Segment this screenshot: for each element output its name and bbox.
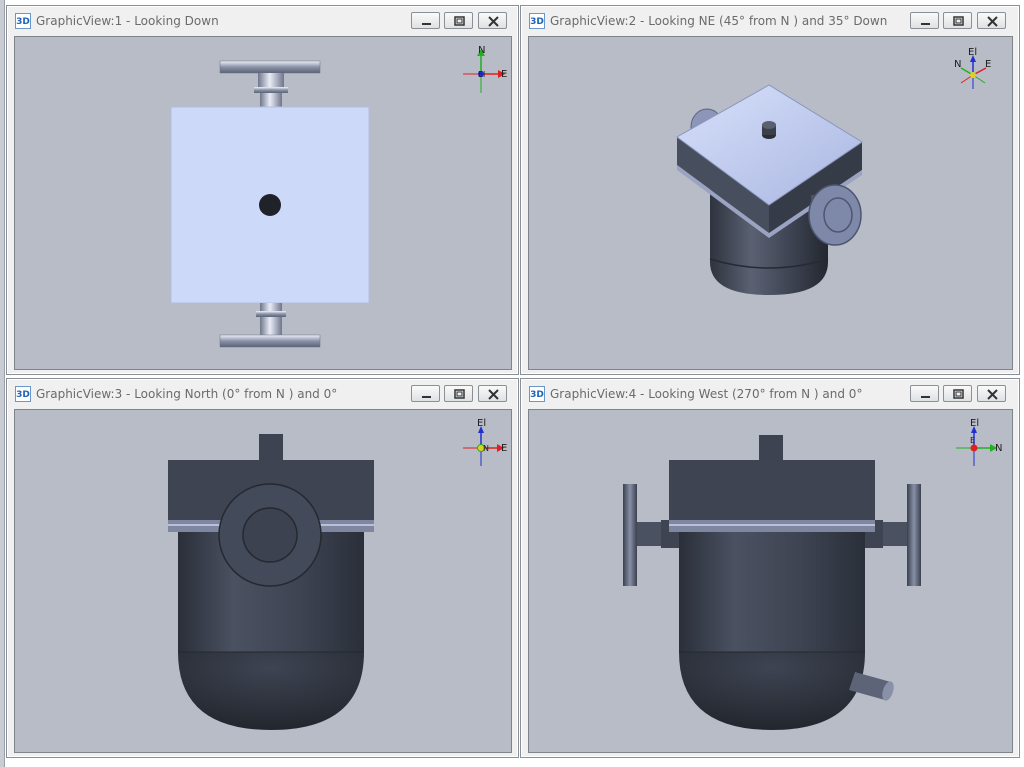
graphic-view-3-title: GraphicView:3 - Looking North (0° from N… <box>36 387 338 401</box>
close-icon <box>987 16 998 27</box>
close-button[interactable] <box>478 385 507 402</box>
close-button[interactable] <box>977 385 1006 402</box>
3d-app-icon: 3D <box>15 13 31 29</box>
graphic-view-1-titlebar[interactable]: 3D GraphicView:1 - Looking Down <box>7 6 518 36</box>
graphic-view-1-title: GraphicView:1 - Looking Down <box>36 14 219 28</box>
graphic-view-4-titlebar[interactable]: 3D GraphicView:4 - Looking West (270° fr… <box>521 379 1019 409</box>
close-icon <box>488 16 499 27</box>
3d-app-icon: 3D <box>529 13 545 29</box>
plan-view-model[interactable] <box>15 37 512 370</box>
minimize-button[interactable] <box>910 12 939 29</box>
graphic-view-4-viewport[interactable]: El N E <box>528 409 1013 753</box>
graphic-view-2-titlebar[interactable]: 3D GraphicView:2 - Looking NE (45° from … <box>521 6 1019 36</box>
restore-icon <box>953 16 964 26</box>
minimize-icon <box>921 396 930 398</box>
minimize-button[interactable] <box>411 385 440 402</box>
graphic-view-2-window[interactable]: 3D GraphicView:2 - Looking NE (45° from … <box>520 5 1020 375</box>
restore-icon <box>953 389 964 399</box>
minimize-icon <box>422 23 431 25</box>
north-elevation-model[interactable] <box>15 410 512 753</box>
graphic-view-1-window[interactable]: 3D GraphicView:1 - Looking Down N E El <box>6 5 519 375</box>
west-elevation-model[interactable] <box>529 410 1013 753</box>
restore-button[interactable] <box>444 385 473 402</box>
graphic-view-3-viewport[interactable]: El E N <box>14 409 512 753</box>
graphic-view-4-window[interactable]: 3D GraphicView:4 - Looking West (270° fr… <box>520 378 1020 758</box>
restore-icon <box>454 16 465 26</box>
close-button[interactable] <box>478 12 507 29</box>
minimize-button[interactable] <box>910 385 939 402</box>
isometric-view-model[interactable] <box>529 37 1013 370</box>
close-button[interactable] <box>977 12 1006 29</box>
graphic-view-2-title: GraphicView:2 - Looking NE (45° from N )… <box>550 14 888 28</box>
restore-button[interactable] <box>444 12 473 29</box>
3d-app-icon: 3D <box>15 386 31 402</box>
graphic-view-3-window[interactable]: 3D GraphicView:3 - Looking North (0° fro… <box>6 378 519 758</box>
left-edge-strip <box>0 0 5 767</box>
minimize-button[interactable] <box>411 12 440 29</box>
close-icon <box>488 389 499 400</box>
graphic-view-2-viewport[interactable]: El N E <box>528 36 1013 370</box>
minimize-icon <box>422 396 431 398</box>
3d-app-icon: 3D <box>529 386 545 402</box>
restore-icon <box>454 389 465 399</box>
graphic-view-4-title: GraphicView:4 - Looking West (270° from … <box>550 387 863 401</box>
restore-button[interactable] <box>943 385 972 402</box>
minimize-icon <box>921 23 930 25</box>
vent-nozzle <box>259 194 281 216</box>
graphic-view-1-viewport[interactable]: N E El <box>14 36 512 370</box>
restore-button[interactable] <box>943 12 972 29</box>
close-icon <box>987 389 998 400</box>
graphic-view-3-titlebar[interactable]: 3D GraphicView:3 - Looking North (0° fro… <box>7 379 518 409</box>
